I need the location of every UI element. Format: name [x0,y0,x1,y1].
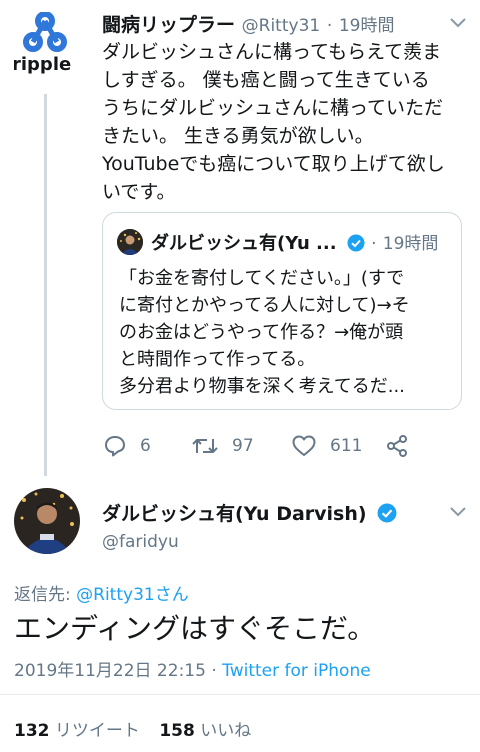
retweet-stat[interactable]: 132 リツイート [14,721,140,741]
quoted-body: 「お金を寄付してください。」(すで に寄付とかやってる人に対して)→そ のお金は… [119,265,457,400]
tweet-body-line: いです。 [102,181,176,203]
replying-to: 返信先: @Ritty31さん [14,580,189,605]
share-icon [387,435,407,457]
author-handle[interactable]: @Ritty31 [242,16,321,36]
tweet-time[interactable]: 19時間 [339,16,395,36]
retweet-stat-label: リツイート [49,721,140,741]
quoted-body-line: 多分君より物事を深く考えてるだ... [119,376,405,397]
quoted-author: ダルビッシュ有(Yu ... · 19時間 [151,229,438,255]
ripple-logo-icon: ripple [12,11,71,75]
client-link[interactable]: Twitter for iPhone [222,661,371,681]
quoted-tweet-card[interactable]: ダルビッシュ有(Yu ... · 19時間 「お金を寄付してください。」(すで … [102,212,462,410]
reply-button[interactable]: 6 [104,435,151,457]
like-icon [292,435,316,456]
timestamp-text[interactable]: 2019年11月22日 22:15 · [14,661,222,681]
reply-text: エンディングはすぐそこだ。 [14,612,376,645]
tweet-stats: 132 リツイート 158 いいね [14,716,251,741]
reply-author-name[interactable]: ダルビッシュ有(Yu Darvish) [102,503,367,525]
verified-badge-icon [377,503,397,523]
like-button[interactable]: 611 [292,435,362,457]
quoted-avatar [117,229,143,255]
like-count: 611 [330,436,363,456]
meta-separator: · [371,234,377,254]
tweet-body-line: うちにダルビッシュさんに構っていただ [102,97,444,119]
like-stat[interactable]: 158 いいね [159,721,251,741]
retweet-count: 97 [232,436,254,456]
tweet-body-line: YouTubeでも癌について取り上げて欲し [102,153,445,175]
reply-icon [105,436,125,457]
avatar-photo-icon [14,488,80,554]
tweet-body: ダルビッシュさんに構ってもらえて羨ま しすぎる。 僕も癌と闘って生きている うち… [102,38,470,206]
retweet-icon [192,439,218,453]
reply-author[interactable]: ダルビッシュ有(Yu Darvish) [102,499,397,526]
tweet-actions: 6 97 611 [104,435,424,459]
replying-label: 返信先: [14,585,77,605]
share-button[interactable] [386,435,422,457]
reply-count: 6 [140,436,151,456]
like-stat-count: 158 [159,721,195,741]
avatar-faridyu[interactable] [14,488,80,554]
author-name[interactable]: 闘病リップラー [102,14,235,36]
reply-author-handle[interactable]: @faridyu [102,532,179,552]
thread-connector-line [44,94,47,476]
replying-to-link[interactable]: @Ritty31さん [76,585,189,605]
tweet-body-line: ダルビッシュさんに構ってもらえて羨ま [102,41,442,63]
quoted-body-line: と時間作って作ってる。 [119,349,316,370]
quoted-body-line: のお金はどうやって作る？→俺が頭 [119,322,404,343]
quoted-time: 19時間 [382,234,439,254]
like-stat-label: いいね [194,721,252,741]
retweet-button[interactable]: 97 [192,435,254,457]
quoted-author-name: ダルビッシュ有(Yu ... [151,233,337,254]
chevron-down-icon[interactable] [448,16,468,30]
chevron-down-icon[interactable] [448,505,468,519]
divider [0,694,480,695]
tweet-author[interactable]: 闘病リップラー @Ritty31 · 19時間 [102,10,395,37]
tweet-body-line: しすぎる。 僕も癌と闘って生きている [102,69,430,91]
tweet-body-line: きたい。 生きる勇気が欲しい。 [102,125,374,147]
tweet-timestamp: 2019年11月22日 22:15 · Twitter for iPhone [14,656,371,681]
avatar-photo-icon [117,229,143,255]
avatar-ritty31[interactable]: ripple [12,11,76,75]
verified-badge-icon [347,234,365,252]
quoted-body-line: に寄付とかやってる人に対して)→そ [119,295,410,316]
ripple-logo-text: ripple [14,54,71,74]
quoted-body-line: 「お金を寄付してください。」(すで [119,268,405,289]
retweet-stat-count: 132 [14,721,50,741]
meta-separator: · [326,16,333,36]
